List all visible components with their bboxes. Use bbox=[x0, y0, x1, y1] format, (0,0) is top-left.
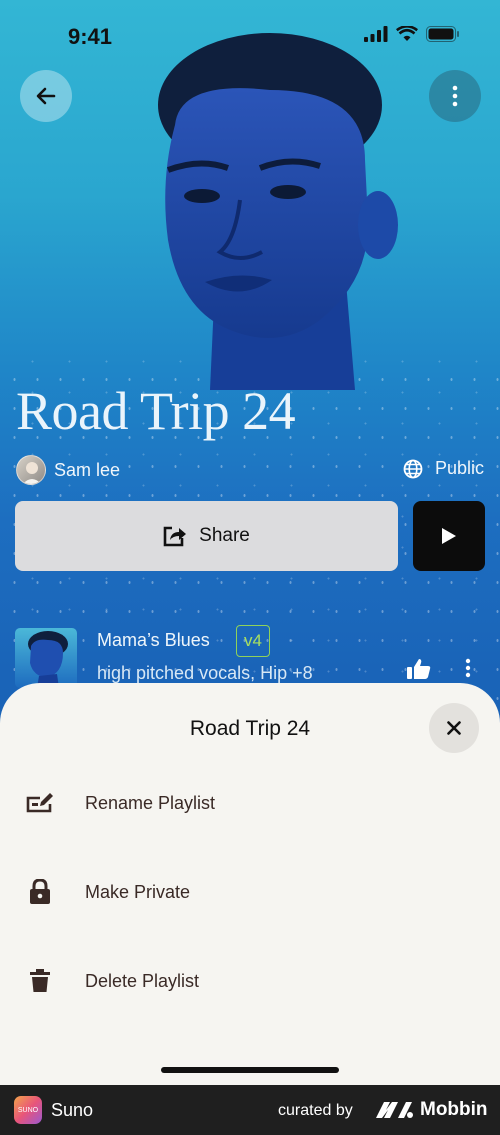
status-time: 9:41 bbox=[68, 24, 113, 49]
share-button[interactable]: Share bbox=[15, 501, 398, 571]
curated-by-label: curated by bbox=[278, 1102, 353, 1119]
mobbin-logo-icon bbox=[376, 1102, 413, 1118]
mobbin-brand-name: Mobbin bbox=[420, 1099, 488, 1120]
avatar bbox=[16, 455, 46, 485]
song-thumbnail bbox=[15, 628, 77, 688]
share-label: Share bbox=[199, 525, 250, 546]
song-more-icon[interactable] bbox=[465, 658, 471, 680]
play-icon bbox=[442, 528, 456, 544]
owner-name: Sam lee bbox=[54, 459, 121, 480]
close-icon bbox=[447, 721, 461, 735]
playlist-screen: 9:41 Road Trip 24 Sam lee Public Share M… bbox=[0, 0, 500, 1085]
playlist-options-sheet: Road Trip 24 Rename Playlist Make Privat… bbox=[0, 683, 500, 1085]
globe-icon bbox=[403, 459, 423, 478]
attribution-footer: SUNO Suno curated by Mobbin bbox=[0, 1085, 500, 1135]
app-icon-text: SUNO bbox=[17, 1106, 39, 1114]
trash-icon bbox=[26, 967, 54, 995]
app-name: Suno bbox=[51, 1100, 94, 1120]
lock-icon bbox=[26, 878, 54, 906]
playlist-title: Road Trip 24 bbox=[16, 381, 296, 441]
share-icon bbox=[163, 526, 187, 547]
close-button[interactable] bbox=[429, 703, 479, 753]
playlist-owner[interactable]: Sam lee bbox=[16, 454, 120, 486]
more-vertical-icon bbox=[452, 85, 458, 107]
make-private-label: Make Private bbox=[85, 881, 191, 902]
playlist-cover-portrait bbox=[158, 33, 398, 390]
rename-icon bbox=[26, 789, 54, 817]
visibility-indicator: Public bbox=[403, 458, 484, 479]
delete-playlist-item[interactable]: Delete Playlist bbox=[0, 951, 500, 1011]
version-badge: v4 bbox=[236, 625, 270, 657]
signal-icon bbox=[364, 26, 388, 42]
song-thumbnail-image bbox=[28, 631, 68, 688]
sheet-title: Road Trip 24 bbox=[189, 717, 311, 740]
arrow-left-icon bbox=[36, 87, 56, 105]
thumbs-up-icon[interactable] bbox=[407, 658, 431, 680]
status-icons bbox=[364, 26, 460, 42]
more-options-button[interactable] bbox=[429, 70, 481, 122]
suno-app-icon: SUNO bbox=[14, 1096, 42, 1124]
wifi-icon bbox=[396, 26, 418, 41]
make-private-item[interactable]: Make Private bbox=[0, 862, 500, 922]
battery-icon bbox=[426, 26, 459, 42]
rename-playlist-label: Rename Playlist bbox=[85, 792, 216, 813]
song-tags: high pitched vocals, Hip +8 bbox=[97, 663, 313, 683]
back-button[interactable] bbox=[20, 70, 72, 122]
status-bar: 9:41 bbox=[0, 0, 500, 74]
delete-playlist-label: Delete Playlist bbox=[85, 970, 200, 991]
rename-playlist-item[interactable]: Rename Playlist bbox=[0, 773, 500, 833]
song-row[interactable]: Mama’s Blues v4 high pitched vocals, Hip… bbox=[15, 625, 485, 688]
home-indicator bbox=[161, 1067, 339, 1073]
play-button[interactable] bbox=[413, 501, 485, 571]
song-title: Mama’s Blues bbox=[97, 630, 210, 650]
visibility-label: Public bbox=[434, 458, 484, 478]
avatar-image bbox=[22, 462, 42, 484]
